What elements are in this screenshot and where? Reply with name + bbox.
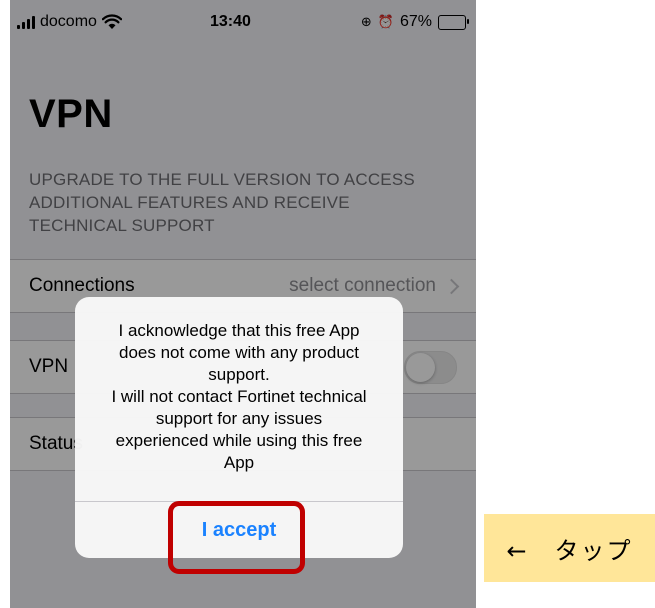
alert-line: experienced while using this free [115, 431, 363, 450]
tap-callout: ← タップ [484, 514, 655, 582]
alert-line: I acknowledge that this free App [118, 321, 360, 340]
accept-highlight-box [168, 501, 305, 574]
alert-line: support. [208, 365, 270, 384]
alert-line: I will not contact Fortinet technical [111, 387, 367, 406]
alert-line: support for any issues [155, 409, 323, 428]
alert-line: does not come with any product [118, 343, 360, 362]
alert-message: I acknowledge that this free App does no… [89, 320, 389, 474]
alert-line: App [223, 453, 255, 472]
